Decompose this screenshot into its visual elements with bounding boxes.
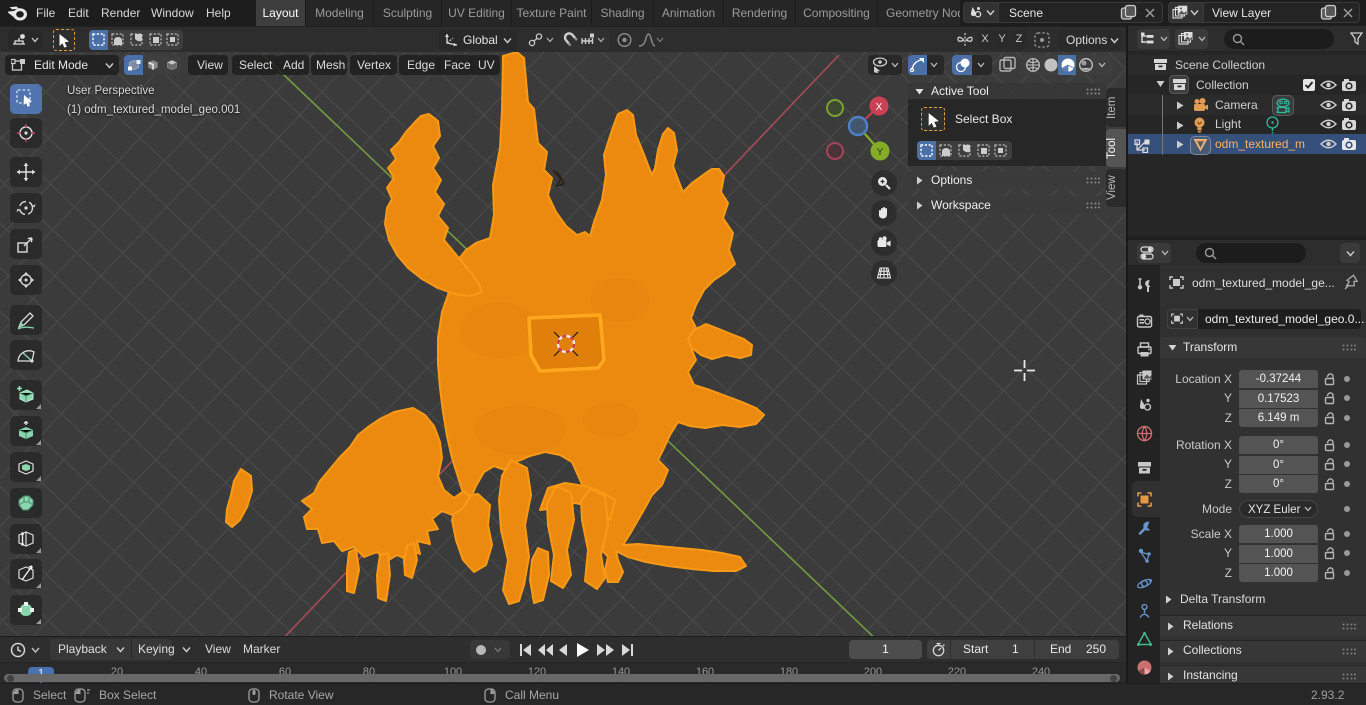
svg-text:Y: Y [877, 147, 884, 158]
svg-text:X: X [876, 102, 883, 113]
